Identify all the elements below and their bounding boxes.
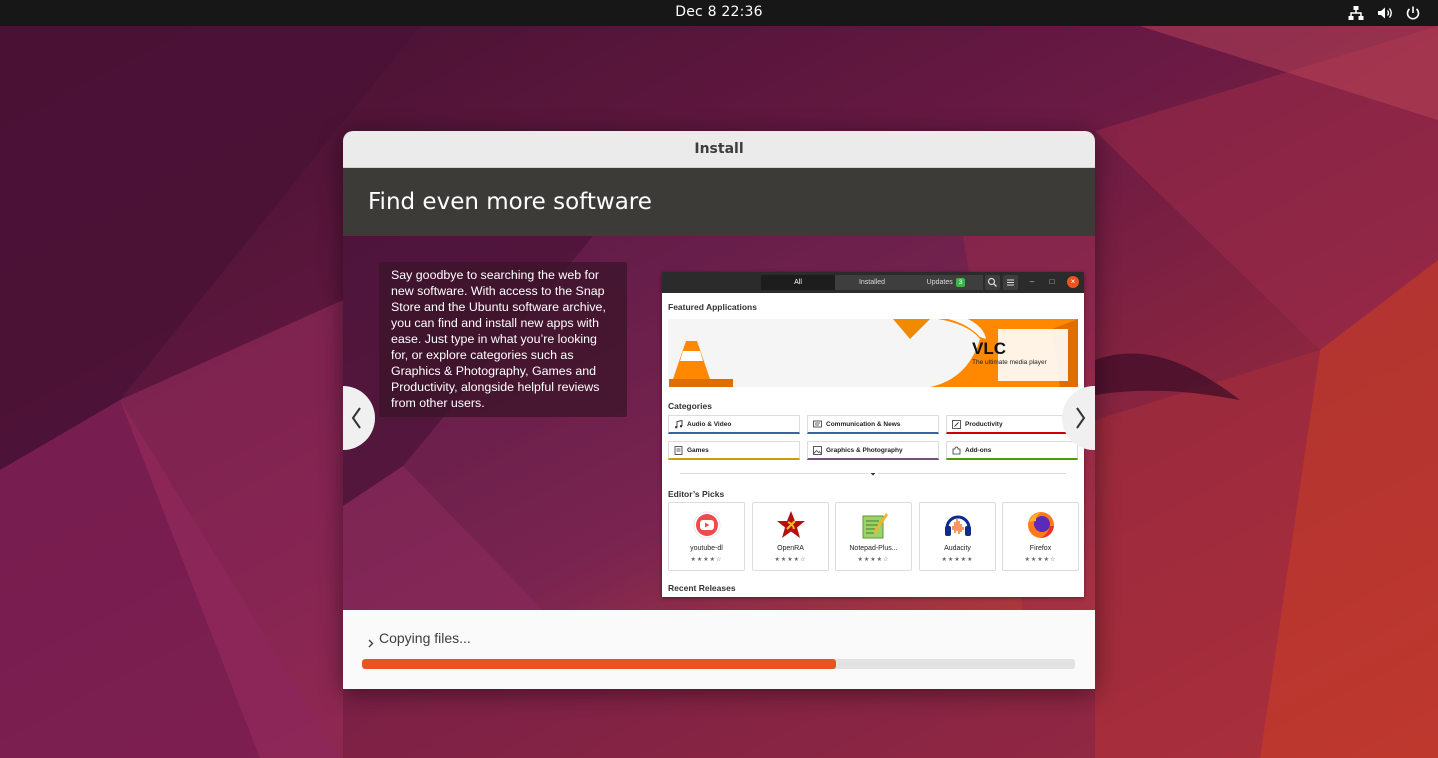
category-label: Communication & News xyxy=(826,421,901,428)
pick-name: OpenRA xyxy=(777,545,804,552)
category-label: Add-ons xyxy=(965,447,992,454)
progress-area: Copying files... xyxy=(343,610,1095,689)
progress-bar xyxy=(362,659,1075,669)
category-label: Productivity xyxy=(965,421,1003,428)
recent-releases-label: Recent Releases xyxy=(668,583,736,593)
pick-card-youtube-dl: youtube-dl ★★★★☆ xyxy=(668,502,745,571)
chat-icon xyxy=(813,420,822,429)
pick-rating: ★★★★☆ xyxy=(774,557,807,563)
progress-status: Copying files... xyxy=(379,630,471,646)
document-icon xyxy=(674,446,683,455)
pick-card-firefox: Firefox ★★★★☆ xyxy=(1002,502,1079,571)
volume-icon[interactable] xyxy=(1376,4,1394,22)
menu-icon xyxy=(1003,275,1018,290)
category-graphics-photography: Graphics & Photography xyxy=(807,441,939,460)
slide-header: Find even more software xyxy=(343,168,1095,236)
pick-rating: ★★★★☆ xyxy=(690,557,723,563)
categories-label: Categories xyxy=(668,401,712,411)
software-center-headerbar: All Installed Updates 3 – □ × xyxy=(662,272,1084,293)
audacity-icon xyxy=(943,510,973,540)
notepad-plus-icon xyxy=(859,510,889,540)
chevron-right-icon xyxy=(1076,407,1086,429)
search-icon xyxy=(985,275,1000,290)
vlc-banner-art xyxy=(669,319,1078,387)
category-audio-video: Audio & Video xyxy=(668,415,800,434)
image-icon xyxy=(813,446,822,455)
firefox-icon xyxy=(1026,510,1056,540)
details-expander-icon[interactable] xyxy=(367,637,375,649)
featured-label: Featured Applications xyxy=(668,302,757,312)
tab-updates-label: Updates xyxy=(926,279,953,286)
maximize-icon: □ xyxy=(1049,277,1055,286)
tab-updates: Updates 3 xyxy=(909,275,983,290)
installer-window: Install Find even more software Say good… xyxy=(343,131,1095,689)
category-label: Audio & Video xyxy=(687,421,732,428)
vlc-cone-icon xyxy=(669,341,733,387)
category-add-ons: Add-ons xyxy=(946,441,1078,460)
openra-icon xyxy=(776,510,806,540)
top-bar: Dec 8 22:36 xyxy=(0,0,1438,26)
pick-name: Notepad-Plus... xyxy=(849,545,898,552)
pick-rating: ★★★★★ xyxy=(941,557,974,563)
chevron-left-icon xyxy=(351,407,361,429)
category-productivity: Productivity xyxy=(946,415,1078,434)
category-communication-news: Communication & News xyxy=(807,415,939,434)
category-label: Graphics & Photography xyxy=(826,447,903,454)
pick-rating: ★★★★☆ xyxy=(857,557,890,563)
tab-installed: Installed xyxy=(835,275,909,290)
tab-all: All xyxy=(761,275,835,290)
category-games: Games xyxy=(668,441,800,460)
pick-name: Firefox xyxy=(1029,545,1052,552)
slide-title: Find even more software xyxy=(368,189,652,215)
updates-count-badge: 3 xyxy=(955,278,966,287)
music-note-icon xyxy=(674,420,683,429)
banner-title: VLC xyxy=(972,339,1006,358)
editors-picks-label: Editor’s Picks xyxy=(668,489,725,499)
pick-card-audacity: Audacity ★★★★★ xyxy=(919,502,996,571)
minimize-icon: – xyxy=(1029,277,1035,286)
puzzle-icon xyxy=(952,446,961,455)
pick-card-openra: OpenRA ★★★★☆ xyxy=(752,502,829,571)
slide-body: Say goodbye to searching the web for new… xyxy=(343,236,1095,610)
clock[interactable]: Dec 8 22:36 xyxy=(0,0,1438,26)
pencil-icon xyxy=(952,420,961,429)
power-icon[interactable] xyxy=(1404,4,1422,22)
network-icon[interactable] xyxy=(1347,4,1365,22)
category-label: Games xyxy=(687,447,709,454)
window-titlebar[interactable]: Install xyxy=(343,131,1095,168)
featured-banner: VLC The ultimate media player xyxy=(668,319,1078,387)
pick-name: Audacity xyxy=(944,545,971,552)
banner-subtitle: The ultimate media player xyxy=(972,359,1047,366)
pick-name: youtube-dl xyxy=(690,545,723,552)
progress-bar-fill xyxy=(362,659,837,669)
pick-rating: ★★★★☆ xyxy=(1024,557,1057,563)
close-icon: × xyxy=(1067,276,1079,288)
youtube-dl-icon xyxy=(692,510,722,540)
chevron-down-icon xyxy=(868,470,878,478)
slide-description: Say goodbye to searching the web for new… xyxy=(379,262,627,417)
pick-card-notepad-plus: Notepad-Plus... ★★★★☆ xyxy=(835,502,912,571)
software-center-screenshot: All Installed Updates 3 – □ × Featured Ap… xyxy=(662,272,1084,597)
